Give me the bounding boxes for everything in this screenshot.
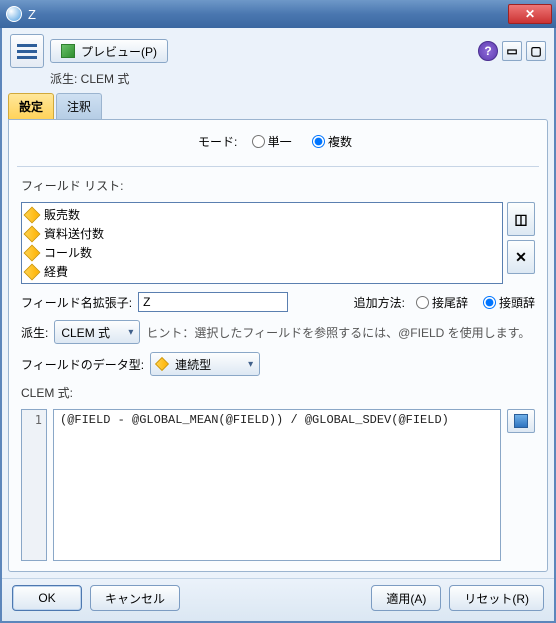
settings-panel: モード: 単一 複数 フィールド リスト: 販売数 資料送付数 コール数 経費 … <box>8 119 548 572</box>
preview-play-icon <box>61 44 75 58</box>
expression-editor[interactable]: (@FIELD - @GLOBAL_MEAN(@FIELD)) / @GLOBA… <box>53 409 501 561</box>
field-name: 資料送付数 <box>44 225 104 242</box>
mode-single[interactable]: 単一 <box>247 135 292 149</box>
fieldlist[interactable]: 販売数 資料送付数 コール数 経費 <box>21 202 503 284</box>
datatype-value: 連続型 <box>175 356 211 373</box>
add-method-group: 接尾辞 接頭辞 <box>411 293 535 311</box>
derive-node-icon <box>10 34 44 68</box>
titlebar: Z ✕ <box>0 0 556 28</box>
field-picker-button[interactable]: ◫ <box>507 202 535 236</box>
ok-button[interactable]: OK <box>12 585 82 611</box>
expression-builder-button[interactable] <box>507 409 535 433</box>
add-method-suffix-label: 接尾辞 <box>432 296 468 310</box>
reset-button[interactable]: リセット(R) <box>449 585 544 611</box>
mode-row: モード: 単一 複数 <box>21 130 535 156</box>
derive-hint: ヒント：選択したフィールドを参照するには、@FIELD を使用します。 <box>146 324 530 341</box>
derive-type-select[interactable]: CLEM 式 <box>54 320 140 344</box>
field-name: 経費 <box>44 263 68 280</box>
preview-button[interactable]: プレビュー(P) <box>50 39 168 63</box>
add-method-label: 追加方法: <box>354 294 405 311</box>
field-type-icon <box>24 244 41 261</box>
help-button[interactable]: ? <box>478 41 498 61</box>
list-item[interactable]: コール数 <box>26 243 498 262</box>
derive-type-value: CLEM 式 <box>61 324 110 341</box>
cancel-button[interactable]: キャンセル <box>90 585 180 611</box>
calculator-icon <box>514 414 528 428</box>
client-area: プレビュー(P) ? ▭ ▢ 派生: CLEM 式 設定 注釈 モード: 単一 … <box>0 28 556 623</box>
derive-row: 派生: CLEM 式 ヒント：選択したフィールドを参照するには、@FIELD を… <box>21 320 535 344</box>
tab-settings[interactable]: 設定 <box>8 93 54 119</box>
mode-single-label: 単一 <box>268 135 292 149</box>
preview-label: プレビュー(P) <box>81 43 157 60</box>
tab-annotation[interactable]: 注釈 <box>56 93 102 119</box>
apply-button[interactable]: 適用(A) <box>371 585 441 611</box>
continuous-type-icon <box>155 357 169 371</box>
expression-side <box>507 409 535 561</box>
list-item[interactable]: 経費 <box>26 262 498 281</box>
field-name: 販売数 <box>44 206 80 223</box>
fieldlist-label: フィールド リスト: <box>21 177 535 194</box>
list-item[interactable]: 資料送付数 <box>26 224 498 243</box>
top-toolbar: プレビュー(P) ? ▭ ▢ <box>2 28 554 70</box>
divider <box>17 166 539 167</box>
mode-multiple[interactable]: 複数 <box>307 135 352 149</box>
maximize-button[interactable]: ▢ <box>526 41 546 61</box>
expression-label: CLEM 式: <box>21 384 535 401</box>
footer: OK キャンセル 適用(A) リセット(R) <box>2 578 554 621</box>
top-right-tools: ? ▭ ▢ <box>478 41 546 61</box>
tab-row: 設定 注釈 <box>2 93 554 119</box>
minimize-button[interactable]: ▭ <box>502 41 522 61</box>
app-icon <box>6 6 22 22</box>
field-type-icon <box>24 263 41 280</box>
field-clear-button[interactable]: ✕ <box>507 240 535 274</box>
field-type-icon <box>24 206 41 223</box>
mode-multiple-label: 複数 <box>328 135 352 149</box>
field-type-icon <box>24 225 41 242</box>
mode-label: モード: <box>198 135 237 149</box>
field-name: コール数 <box>44 244 92 261</box>
extension-input[interactable] <box>138 292 288 312</box>
derive-label: 派生: <box>21 324 48 341</box>
add-method-suffix[interactable]: 接尾辞 <box>411 293 468 311</box>
fieldlist-side-buttons: ◫ ✕ <box>507 202 535 284</box>
subtitle: 派生: CLEM 式 <box>2 70 554 93</box>
expression-gutter: 1 <box>21 409 47 561</box>
add-method-prefix[interactable]: 接頭辞 <box>478 293 535 311</box>
window-title: Z <box>28 7 508 22</box>
expression-area: 1 (@FIELD - @GLOBAL_MEAN(@FIELD)) / @GLO… <box>21 409 535 561</box>
add-method-prefix-label: 接頭辞 <box>499 296 535 310</box>
fieldlist-wrap: 販売数 資料送付数 コール数 経費 ◫ ✕ <box>21 202 535 284</box>
close-button[interactable]: ✕ <box>508 4 552 24</box>
list-item[interactable]: 販売数 <box>26 205 498 224</box>
datatype-select[interactable]: 連続型 <box>150 352 260 376</box>
datatype-row: フィールドのデータ型: 連続型 <box>21 352 535 376</box>
extension-label: フィールド名拡張子: <box>21 294 132 311</box>
datatype-label: フィールドのデータ型: <box>21 356 144 373</box>
extension-row: フィールド名拡張子: 追加方法: 接尾辞 接頭辞 <box>21 292 535 312</box>
